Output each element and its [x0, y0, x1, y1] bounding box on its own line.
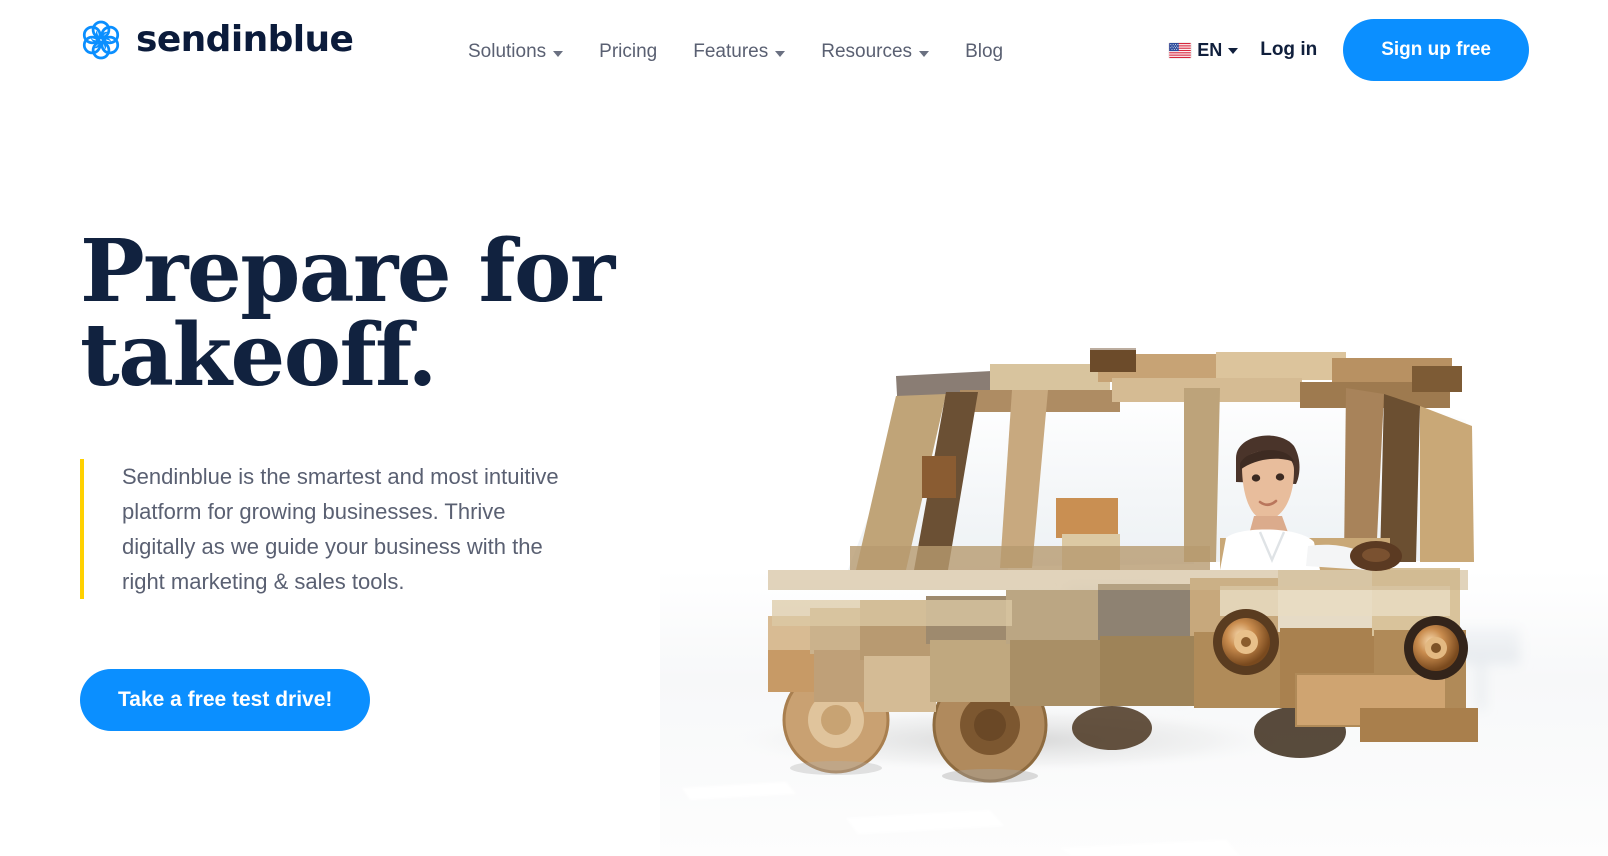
site-header: sendinblue Solutions Pricing Features Re…	[0, 0, 1608, 100]
hero-image-wooden-car	[660, 270, 1608, 856]
nav-label-blog: Blog	[965, 41, 1004, 62]
page-root: sendinblue Solutions Pricing Features Re…	[0, 0, 1608, 856]
headline-line-1: Prepare for	[80, 221, 615, 322]
chevron-down-icon	[1228, 48, 1239, 54]
take-free-test-drive-button[interactable]: Take a free test drive!	[80, 668, 371, 731]
nav-label-solutions: Solutions	[468, 41, 547, 62]
flag-us-icon	[1169, 42, 1192, 58]
header-utility-area: EN Log in Sign up free	[1169, 0, 1608, 100]
chevron-down-icon	[553, 51, 564, 57]
signup-free-button[interactable]: Sign up free	[1343, 19, 1529, 81]
nav-label-features: Features	[693, 41, 769, 62]
chevron-down-icon	[919, 51, 930, 57]
headline-line-2: takeoff.	[80, 305, 437, 407]
nav-item-blog[interactable]: Blog	[947, 36, 1021, 68]
sendinblue-pinwheel-icon	[82, 20, 120, 60]
page-title: Prepare for takeoff.	[80, 221, 640, 407]
hero-copy-block: Prepare for takeoff. Sendinblue is the s…	[80, 221, 640, 731]
brand-logo-link[interactable]: sendinblue	[80, 19, 354, 61]
nav-item-pricing[interactable]: Pricing	[581, 36, 675, 68]
language-switcher[interactable]: EN	[1169, 40, 1239, 60]
primary-navigation: Solutions Pricing Features Resources Blo…	[468, 36, 1021, 68]
nav-item-resources[interactable]: Resources	[803, 36, 947, 68]
nav-item-solutions[interactable]: Solutions	[468, 36, 581, 68]
nav-label-pricing: Pricing	[599, 41, 658, 62]
language-code-label: EN	[1197, 40, 1223, 60]
wooden-toy-car-illustration	[660, 270, 1608, 856]
hero-subtitle: Sendinblue is the smartest and most intu…	[80, 458, 580, 599]
nav-label-resources: Resources	[821, 41, 913, 62]
brand-wordmark: sendinblue	[136, 19, 354, 60]
nav-item-features[interactable]: Features	[675, 36, 803, 68]
car-cabin	[848, 348, 1474, 570]
hero-section: Prepare for takeoff. Sendinblue is the s…	[0, 100, 1608, 856]
login-link[interactable]: Log in	[1260, 39, 1317, 61]
chevron-down-icon	[775, 51, 786, 57]
